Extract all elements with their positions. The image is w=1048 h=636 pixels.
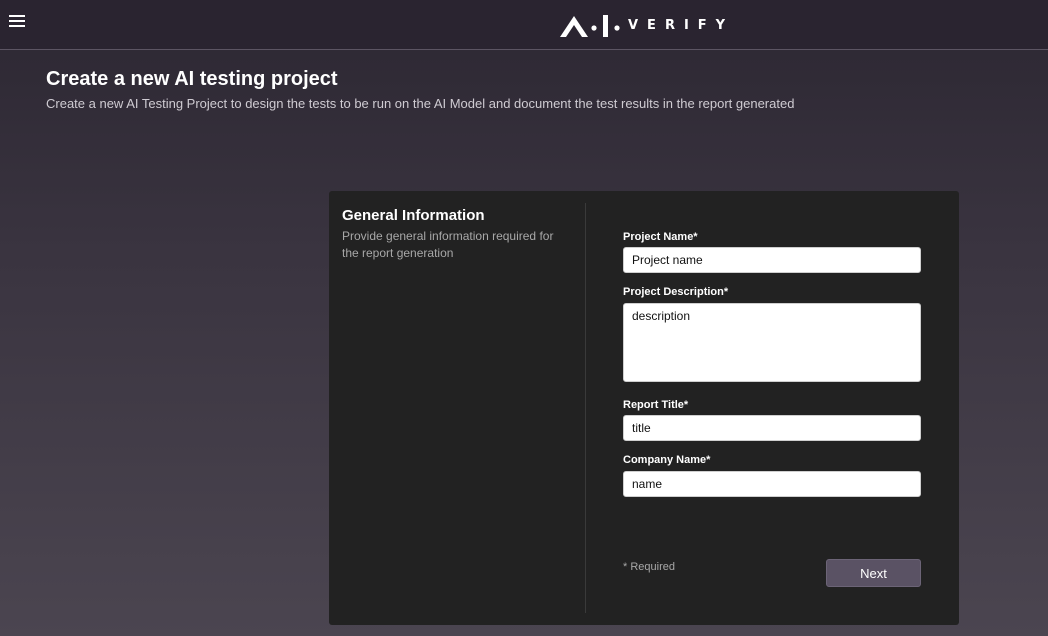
section-description: Provide general information required for… xyxy=(342,229,554,260)
logo-wordmark: VERIFY xyxy=(628,17,735,33)
company-name-input[interactable] xyxy=(623,471,921,497)
general-information-card: General Information Provide general info… xyxy=(329,191,959,625)
ai-verify-logo: VERIFY xyxy=(560,10,734,40)
ai-verify-logo-mark-icon xyxy=(560,15,608,37)
page-title: Create a new AI testing project xyxy=(46,68,338,90)
company-name-label: Company Name* xyxy=(623,454,711,466)
next-button[interactable]: Next xyxy=(826,559,921,587)
project-name-label: Project Name* xyxy=(623,231,698,243)
hamburger-menu-icon[interactable] xyxy=(8,12,26,32)
required-note: * Required xyxy=(623,561,675,573)
project-description-label: Project Description* xyxy=(623,286,729,298)
report-title-input[interactable] xyxy=(623,415,921,441)
project-name-input[interactable] xyxy=(623,247,921,273)
project-description-input[interactable]: description xyxy=(623,303,921,382)
card-divider xyxy=(585,203,586,613)
section-title: General Information xyxy=(342,207,485,224)
report-title-label: Report Title* xyxy=(623,399,689,411)
page-subtitle: Create a new AI Testing Project to desig… xyxy=(46,96,795,111)
logo-dot-icon xyxy=(614,25,620,31)
top-bar: VERIFY xyxy=(0,0,1048,50)
